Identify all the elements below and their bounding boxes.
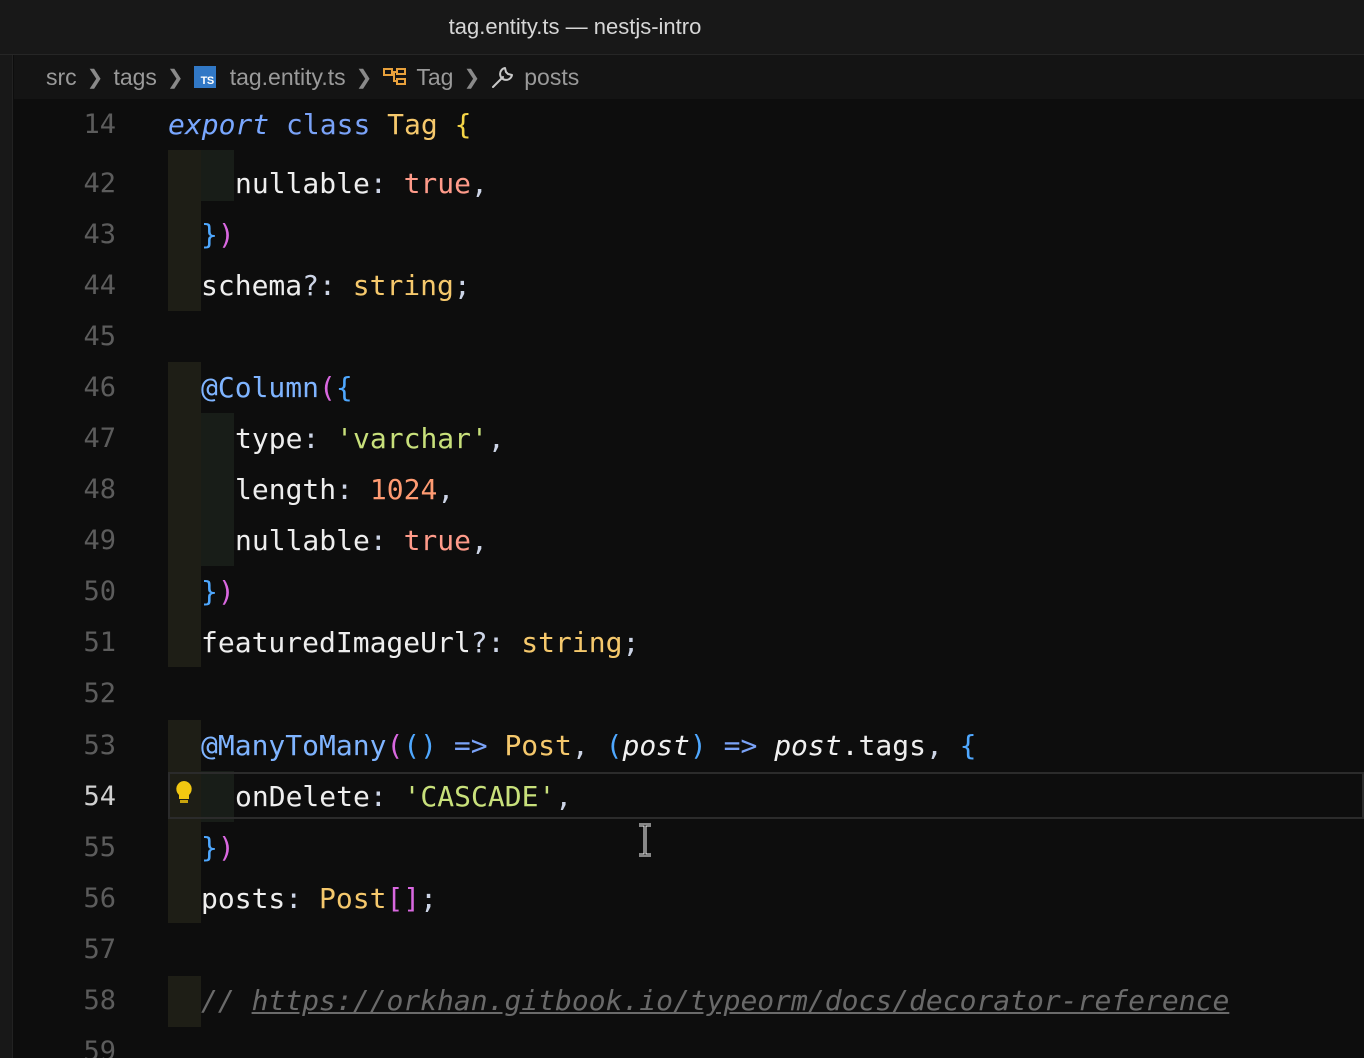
breadcrumb-item-property[interactable]: posts xyxy=(490,64,579,91)
line-number: 58 xyxy=(83,985,116,1016)
line-number: 53 xyxy=(83,730,116,761)
activity-edge xyxy=(0,55,13,1058)
line-number: 42 xyxy=(83,168,116,199)
code-line[interactable]: 57 xyxy=(14,924,1364,975)
text-cursor-icon xyxy=(636,823,654,862)
line-number: 50 xyxy=(83,576,116,607)
wrench-icon xyxy=(490,64,516,90)
code-editor[interactable]: 14 export class Tag { 42 nullable: true,… xyxy=(14,99,1364,1058)
code-text[interactable]: }) xyxy=(201,822,235,873)
class-icon xyxy=(382,66,408,88)
chevron-right-icon: ❯ xyxy=(166,66,184,89)
code-line[interactable]: 53 @ManyToMany(() => Post, (post) => pos… xyxy=(14,720,1364,771)
line-number: 56 xyxy=(83,883,116,914)
code-line[interactable]: 52 xyxy=(14,668,1364,719)
line-number: 48 xyxy=(83,474,116,505)
code-line[interactable]: 45 xyxy=(14,311,1364,362)
code-line[interactable]: 58 // https://orkhan.gitbook.io/typeorm/… xyxy=(14,975,1364,1026)
code-text[interactable]: nullable: true, xyxy=(235,515,488,566)
breadcrumb-label: src xyxy=(46,63,77,90)
breadcrumb-item-src[interactable]: src xyxy=(46,64,77,91)
code-line[interactable]: 42 nullable: true, xyxy=(14,158,1364,209)
line-number: 55 xyxy=(83,832,116,863)
typescript-file-icon: TS xyxy=(193,66,216,88)
code-line[interactable]: 55 }) xyxy=(14,822,1364,873)
code-line-active[interactable]: 54 onDelete: 'CASCADE', xyxy=(14,771,1364,822)
line-number: 54 xyxy=(83,781,116,812)
code-line[interactable]: 48 length: 1024, xyxy=(14,464,1364,515)
line-number: 57 xyxy=(83,934,116,965)
code-line[interactable]: 44 schema?: string; xyxy=(14,260,1364,311)
code-text[interactable]: nullable: true, xyxy=(235,158,488,209)
breadcrumb-label: posts xyxy=(524,63,580,90)
code-text[interactable]: type: 'varchar', xyxy=(235,413,505,464)
code-line[interactable]: 51 featuredImageUrl?: string; xyxy=(14,617,1364,668)
code-line[interactable]: 14 export class Tag { xyxy=(14,99,1364,150)
line-number: 46 xyxy=(83,372,116,403)
code-line[interactable]: 59 xyxy=(14,1026,1364,1058)
code-text[interactable]: // https://orkhan.gitbook.io/typeorm/doc… xyxy=(201,975,1229,1026)
title-bar: tag.entity.ts — nestjs-intro xyxy=(0,0,1364,55)
breadcrumb-item-tags[interactable]: tags xyxy=(113,64,156,91)
code-line[interactable]: 49 nullable: true, xyxy=(14,515,1364,566)
breadcrumb-item-file[interactable]: TS tag.entity.ts xyxy=(193,63,346,91)
comment-link[interactable]: https://orkhan.gitbook.io/typeorm/docs/d… xyxy=(252,984,1230,1017)
line-number: 49 xyxy=(83,525,116,556)
code-text[interactable]: }) xyxy=(201,209,235,260)
code-text[interactable]: onDelete: 'CASCADE', xyxy=(235,771,572,822)
line-number: 44 xyxy=(83,270,116,301)
breadcrumb-label: Tag xyxy=(416,63,454,90)
line-number: 47 xyxy=(83,423,116,454)
chevron-right-icon: ❯ xyxy=(355,66,373,89)
chevron-right-icon: ❯ xyxy=(463,66,481,89)
line-number: 52 xyxy=(83,678,116,709)
code-text[interactable]: featuredImageUrl?: string; xyxy=(201,617,639,668)
line-number: 51 xyxy=(83,627,116,658)
code-text[interactable]: }) xyxy=(201,566,235,617)
code-text[interactable]: posts: Post[]; xyxy=(201,873,437,924)
code-line[interactable]: 46 @Column({ xyxy=(14,362,1364,413)
line-number: 14 xyxy=(83,109,116,140)
line-number: 59 xyxy=(83,1036,116,1058)
code-text[interactable]: @Column({ xyxy=(201,362,353,413)
code-text[interactable]: schema?: string; xyxy=(201,260,471,311)
breadcrumb-label: tags xyxy=(113,63,157,90)
code-line[interactable]: 47 type: 'varchar', xyxy=(14,413,1364,464)
breadcrumb-label: tag.entity.ts xyxy=(229,63,346,90)
code-text[interactable]: length: 1024, xyxy=(235,464,454,515)
chevron-right-icon: ❯ xyxy=(86,66,104,89)
code-line[interactable]: 56 posts: Post[]; xyxy=(14,873,1364,924)
breadcrumb-item-class[interactable]: Tag xyxy=(382,64,453,91)
code-line[interactable]: 43 }) xyxy=(14,209,1364,260)
line-number: 45 xyxy=(83,321,116,352)
line-number: 43 xyxy=(83,219,116,250)
code-text[interactable]: @ManyToMany(() => Post, (post) => post.t… xyxy=(201,720,977,771)
code-text[interactable]: export class Tag { xyxy=(168,99,471,150)
breadcrumb: src ❯ tags ❯ TS tag.entity.ts ❯ Tag ❯ po… xyxy=(14,55,1364,99)
window-title: tag.entity.ts — nestjs-intro xyxy=(448,14,702,39)
lightbulb-icon[interactable] xyxy=(174,779,194,814)
code-line[interactable]: 50 }) xyxy=(14,566,1364,617)
